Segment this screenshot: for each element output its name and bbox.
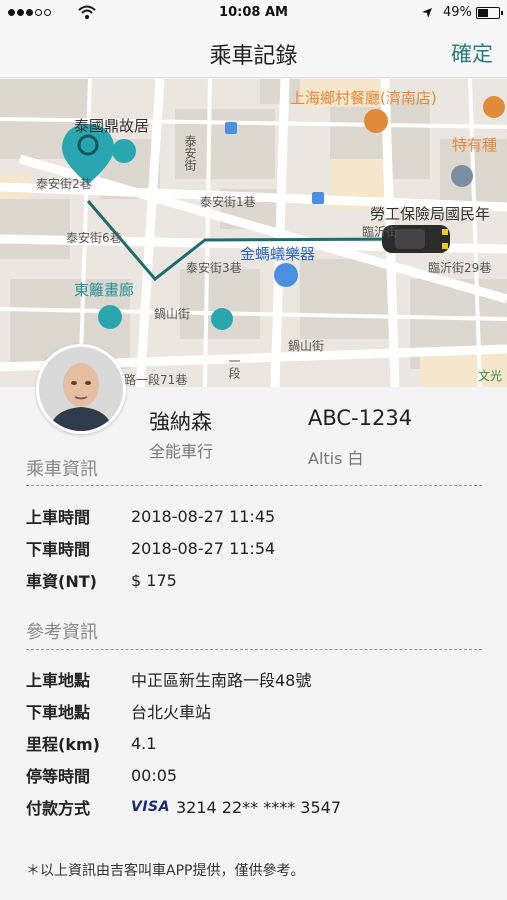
- info-key: 車資(NT): [26, 572, 97, 591]
- map-label: 文光: [478, 369, 503, 383]
- page-title: 乘車記錄: [209, 44, 298, 69]
- info-value: $ 175: [131, 570, 177, 590]
- map-label: 特有種: [452, 136, 498, 154]
- divider: [26, 485, 482, 486]
- visa-icon: VISA: [131, 799, 170, 815]
- map-label: 東籬畫廊: [74, 281, 135, 299]
- info-row: 下車地點 台北火車站: [26, 700, 211, 722]
- info-row: 下車時間 2018-08-27 11:54: [26, 537, 276, 560]
- info-row: 付款方式 VISA 3214 22** **** 3547: [26, 796, 341, 819]
- info-key: 下車地點: [26, 703, 91, 722]
- info-key: 里程(km): [26, 735, 100, 754]
- route-map[interactable]: 泰國鼎故居 泰安街2巷 泰安街6巷 泰安街1巷 泰安街3巷 東籬畫廊 鍋山街 金…: [0, 79, 507, 387]
- info-value: 2018-08-27 11:45: [131, 506, 276, 526]
- divider: [26, 649, 482, 650]
- info-key: 付款方式: [26, 799, 91, 818]
- driver-name: 強納森: [149, 410, 212, 434]
- map-label: 泰安街6巷: [66, 231, 122, 245]
- card-number: 3214 22** **** 3547: [175, 797, 342, 817]
- map-label: 路一段71巷: [124, 373, 188, 387]
- info-row: 上車時間 2018-08-27 11:45: [26, 505, 276, 528]
- map-label: 上海鄉村餐廳(濟南店): [290, 89, 437, 107]
- info-row: 里程(km) 4.1: [26, 732, 157, 755]
- nav-bar: 乘車記錄 確定: [0, 28, 507, 78]
- map-label: 金螞蟻樂器: [240, 245, 316, 263]
- payment-value: VISA 3214 22** **** 3547: [131, 798, 341, 817]
- map-label: 泰安街3巷: [186, 261, 242, 275]
- confirm-button[interactable]: 確定: [451, 38, 493, 68]
- status-bar: 10:08 AM 49%: [0, 0, 507, 28]
- battery-percent: 49%: [443, 5, 472, 20]
- map-label: 泰國鼎故居: [74, 117, 150, 135]
- info-row: 停等時間 00:05: [26, 764, 178, 787]
- map-label: 臨沂街: [362, 225, 399, 239]
- map-label: 泰安街1巷: [200, 195, 256, 209]
- driver-company: 全能車行: [149, 442, 214, 461]
- info-row: 上車地點 中正區新生南路一段48號: [26, 668, 311, 690]
- location-arrow-icon: [422, 8, 432, 18]
- info-value: 00:05: [131, 765, 178, 785]
- map-label: 鍋山街: [288, 339, 325, 353]
- info-key: 上車地點: [26, 671, 91, 690]
- map-label: 泰安街2巷: [36, 177, 92, 191]
- car-model: Altis 白: [308, 449, 364, 468]
- info-row: 車資(NT) $ 175: [26, 569, 177, 592]
- avatar: [36, 344, 126, 434]
- info-value: 台北火車站: [131, 703, 212, 722]
- map-label: 一段: [227, 355, 241, 379]
- map-label: 臨沂街29巷: [428, 261, 492, 275]
- info-value: 中正區新生南路一段48號: [131, 671, 312, 690]
- info-key: 停等時間: [26, 767, 91, 786]
- map-label: 勞工保險局國民年: [370, 205, 491, 223]
- footnote: ＊以上資訊由吉客叫車APP提供，僅供參考。: [26, 863, 305, 879]
- ref-info-title: 參考資訊: [26, 622, 98, 643]
- info-key: 上車時間: [26, 508, 91, 527]
- map-label: 泰安街: [183, 135, 197, 171]
- info-value: 4.1: [131, 733, 157, 753]
- shop-icon: [274, 263, 298, 287]
- info-value: 2018-08-27 11:54: [131, 538, 276, 558]
- license-plate: ABC-1234: [308, 406, 413, 430]
- ride-info-title: 乘車資訊: [26, 459, 98, 480]
- battery-icon: [476, 7, 503, 19]
- info-key: 下車時間: [26, 540, 91, 559]
- map-label: 鍋山街: [154, 307, 191, 321]
- driver-photo-icon: [39, 347, 123, 431]
